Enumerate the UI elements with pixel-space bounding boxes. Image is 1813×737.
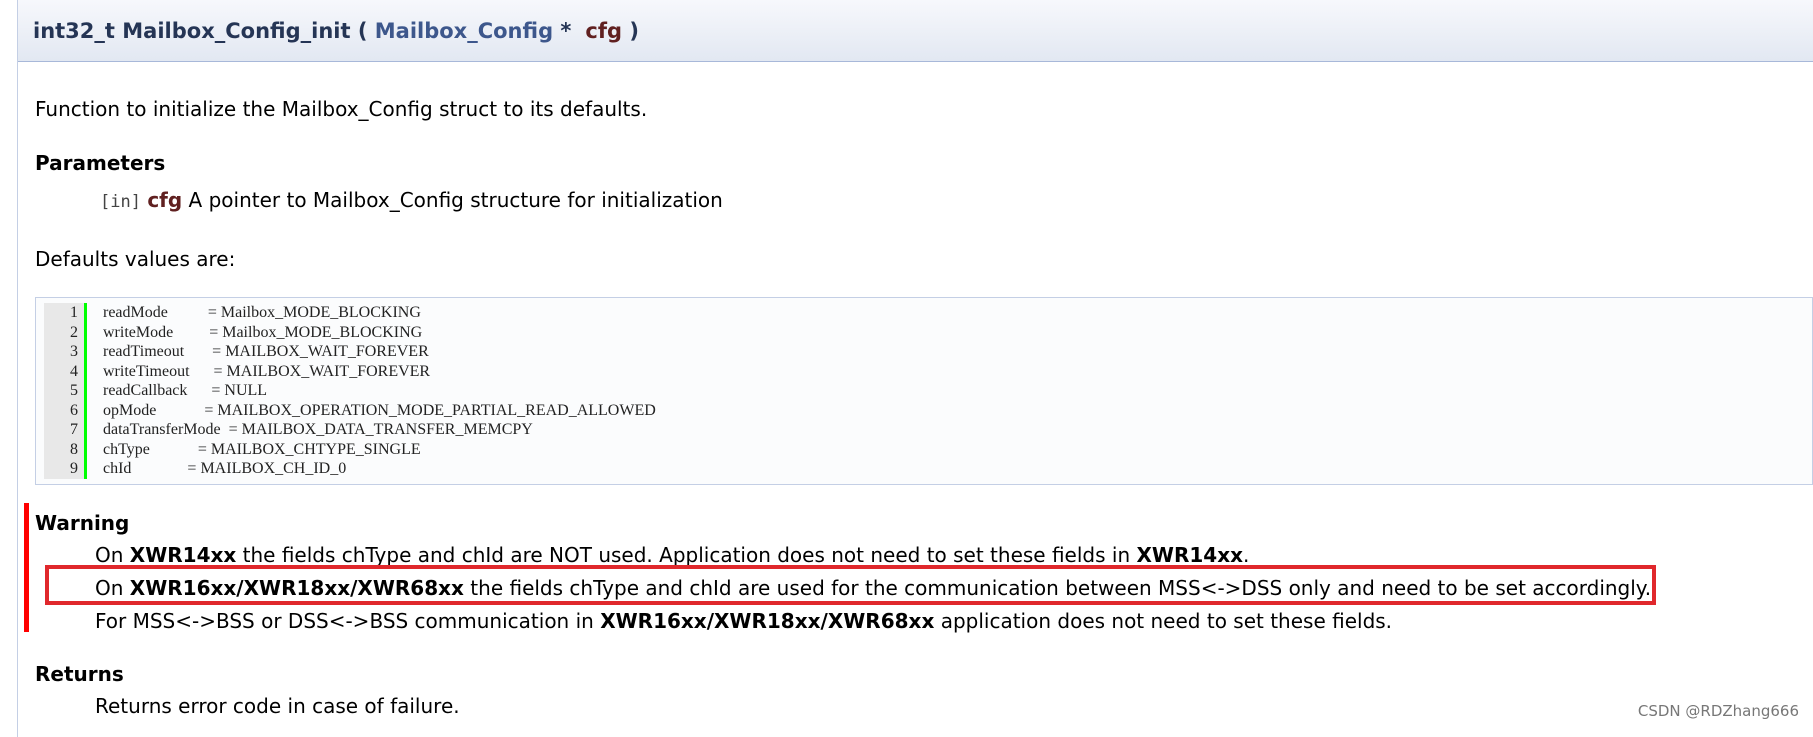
code-line: 9 chId = MAILBOX_CH_ID_0 <box>44 459 656 479</box>
returns-text: Returns error code in case of failure. <box>95 694 460 718</box>
code-line: 3 readTimeout = MAILBOX_WAIT_FOREVER <box>44 342 656 362</box>
line-number: 4 <box>44 361 87 381</box>
returns-heading: Returns <box>35 662 124 686</box>
function-name: Mailbox_Config_init <box>122 18 351 43</box>
line-number: 1 <box>44 303 87 323</box>
code-line: 1 readMode = Mailbox_MODE_BLOCKING <box>44 303 656 323</box>
param-direction: [in] <box>100 192 141 212</box>
line-number: 3 <box>44 342 87 362</box>
warning-text: the fields chType and chId are NOT used.… <box>242 543 1131 567</box>
code-line: 4 writeTimeout = MAILBOX_WAIT_FOREVER <box>44 361 656 381</box>
code-text: chId = MAILBOX_CH_ID_0 <box>103 460 347 477</box>
code-text: writeTimeout = MAILBOX_WAIT_FOREVER <box>103 362 431 380</box>
warning-heading: Warning <box>35 511 130 535</box>
warning-text: application does not need to set these f… <box>940 609 1393 633</box>
return-type: int32_t <box>33 18 115 43</box>
parameter-row: [in] cfg A pointer to Mailbox_Config str… <box>100 188 723 212</box>
warning-line-3: For MSS<->BSS or DSS<->BSS communication… <box>95 609 1392 633</box>
device-name: XWR14xx <box>129 543 237 567</box>
content-left-border <box>17 0 18 737</box>
code-text: opMode = MAILBOX_OPERATION_MODE_PARTIAL_… <box>103 401 656 419</box>
highlight-box <box>45 565 1656 605</box>
device-name: XWR14xx <box>1136 543 1244 567</box>
warning-text: On <box>95 543 124 567</box>
line-number: 8 <box>44 439 87 459</box>
code-text: readMode = Mailbox_MODE_BLOCKING <box>103 304 421 321</box>
warning-text: For MSS<->BSS or DSS<->BSS communication… <box>95 609 594 633</box>
code-fragment: 1 readMode = Mailbox_MODE_BLOCKING 2 writeM… <box>35 297 1813 485</box>
code-text: writeMode = Mailbox_MODE_BLOCKING <box>103 323 423 341</box>
param-description: A pointer to Mailbox_Config structure fo… <box>188 188 723 212</box>
code-line: 6 opMode = MAILBOX_OPERATION_MODE_PARTIAL… <box>44 400 656 420</box>
function-prototype-header: int32_t Mailbox_Config_init ( Mailbox_Co… <box>18 0 1813 62</box>
warning-bar <box>24 503 29 632</box>
close-paren: ) <box>629 18 639 43</box>
param-cfg: cfg <box>585 18 623 43</box>
line-number: 6 <box>44 400 87 420</box>
code-text: dataTransferMode = MAILBOX_DATA_TRANSFER… <box>103 421 533 438</box>
code-line: 2 writeMode = Mailbox_MODE_BLOCKING <box>44 322 656 342</box>
function-description: Function to initialize the Mailbox_Confi… <box>35 97 648 121</box>
line-number: 5 <box>44 381 87 401</box>
code-line: 8 chType = MAILBOX_CHTYPE_SINGLE <box>44 439 656 459</box>
pointer-star: * <box>560 18 572 43</box>
device-name: XWR16xx/XWR18xx/XWR68xx <box>600 609 935 633</box>
code-text: readCallback = NULL <box>103 382 268 399</box>
param-name: cfg <box>147 188 183 212</box>
parameters-heading: Parameters <box>35 151 166 175</box>
line-number: 2 <box>44 322 87 342</box>
watermark: CSDN @RDZhang666 <box>1637 702 1799 720</box>
line-number: 9 <box>44 459 87 479</box>
open-paren: ( <box>357 18 368 43</box>
period: . <box>1243 543 1250 567</box>
code-text: chType = MAILBOX_CHTYPE_SINGLE <box>103 440 421 458</box>
code-line: 5 readCallback = NULL <box>44 381 656 401</box>
code-lines: 1 readMode = Mailbox_MODE_BLOCKING 2 writeM… <box>44 303 656 479</box>
line-number: 7 <box>44 420 87 440</box>
warning-line-1: On XWR14xx the fields chType and chId ar… <box>95 543 1249 567</box>
defaults-label: Defaults values are: <box>35 247 236 271</box>
mailbox-config-type-link[interactable]: Mailbox_Config <box>375 19 553 43</box>
code-text: readTimeout = MAILBOX_WAIT_FOREVER <box>103 343 429 360</box>
code-line: 7 dataTransferMode = MAILBOX_DATA_TRANSFE… <box>44 420 656 440</box>
